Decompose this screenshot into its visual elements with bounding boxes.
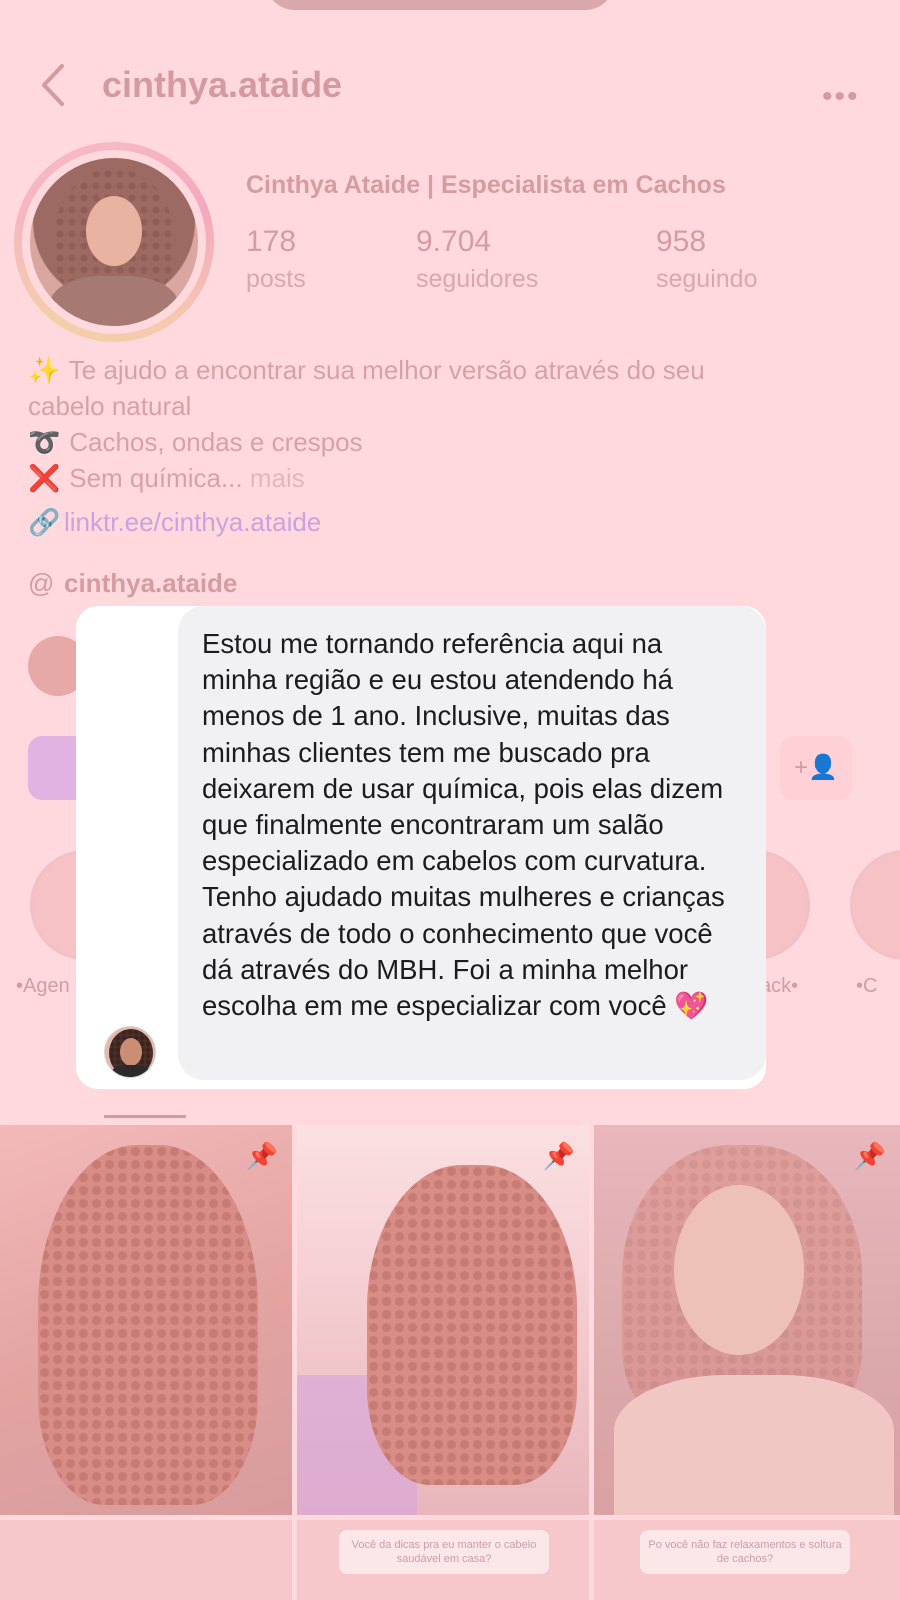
stat-followers[interactable]: 9.704 seguidores xyxy=(416,225,538,294)
sender-avatar-shirt xyxy=(111,1065,151,1077)
highlight-label: •Agen xyxy=(16,975,70,997)
curly-loop-icon: ➰ xyxy=(28,427,61,457)
post-thumbnail[interactable] xyxy=(0,1520,292,1600)
stat-followers-value: 9.704 xyxy=(416,225,492,258)
pin-icon: 📌 xyxy=(542,1141,575,1171)
post-caption: Po você não faz relaxamentos e soltura d… xyxy=(640,1530,850,1574)
chevron-left-icon[interactable] xyxy=(38,62,68,108)
profile-link-text: linktr.ee/cinthya.ataide xyxy=(64,507,322,537)
bio-line-3-text: Cachos, ondas e crespos xyxy=(69,427,363,457)
active-tab-indicator xyxy=(104,1115,186,1118)
profile-avatar[interactable] xyxy=(14,142,214,342)
profile-link[interactable]: 🔗 linktr.ee/cinthya.ataide xyxy=(28,507,321,538)
testimonial-card: Estou me tornando referência aqui na min… xyxy=(76,606,766,1089)
post-face xyxy=(674,1185,804,1355)
post-thumbnail[interactable]: 📌 xyxy=(594,1125,900,1515)
post-thumbnail[interactable]: 📌 xyxy=(297,1125,589,1515)
stat-following[interactable]: 958 seguindo xyxy=(656,225,757,294)
sender-avatar-face xyxy=(120,1038,142,1066)
stat-following-label: seguindo xyxy=(656,265,758,293)
message-text: Estou me tornando referência aqui na min… xyxy=(202,628,725,1022)
device-notch xyxy=(265,0,615,10)
add-user-icon[interactable]: +👤 xyxy=(780,736,852,800)
bio-line-4: ❌ Sem química... mais xyxy=(28,460,848,496)
profile-username: cinthya.ataide xyxy=(102,64,343,105)
stat-posts-label: posts xyxy=(246,265,306,293)
threads-handle: cinthya.ataide xyxy=(64,568,238,598)
profile-bio: ✨ Te ajudo a encontrar sua melhor versão… xyxy=(28,352,848,496)
post-thumbnail[interactable]: Você da dicas pra eu manter o cabelo sau… xyxy=(297,1520,589,1600)
post-caption: Você da dicas pra eu manter o cabelo sau… xyxy=(339,1530,549,1574)
stat-posts[interactable]: 178 posts xyxy=(246,225,306,294)
pin-icon: 📌 xyxy=(853,1141,886,1171)
cross-mark-icon: ❌ xyxy=(28,463,61,493)
threads-badge[interactable]: @ cinthya.ataide xyxy=(28,568,237,599)
stat-posts-value: 178 xyxy=(246,225,297,258)
bio-line-1-text: Te ajudo a encontrar sua melhor versão a… xyxy=(68,355,705,385)
story-highlight[interactable] xyxy=(850,850,900,960)
post-thumbnail[interactable]: 📌 xyxy=(0,1125,292,1515)
avatar-body xyxy=(50,276,178,326)
sparkles-icon: ✨ xyxy=(28,355,61,385)
stat-following-value: 958 xyxy=(656,225,707,258)
threads-icon: @ xyxy=(28,568,55,598)
post-hair-image xyxy=(367,1165,577,1485)
link-icon: 🔗 xyxy=(28,507,61,537)
bio-line-4-text: Sem química... xyxy=(69,463,243,493)
more-horizontal-icon[interactable]: ••• xyxy=(822,80,860,114)
avatar-photo xyxy=(30,158,198,326)
profile-full-name: Cinthya Ataide | Especialista em Cachos xyxy=(246,171,726,199)
stat-followers-label: seguidores xyxy=(416,265,539,293)
post-shirt xyxy=(614,1375,894,1515)
bio-more-link[interactable]: mais xyxy=(250,463,305,493)
message-bubble: Estou me tornando referência aqui na min… xyxy=(178,606,766,1080)
avatar-inner-ring xyxy=(22,150,206,334)
post-thumbnail[interactable]: Po você não faz relaxamentos e soltura d… xyxy=(594,1520,900,1600)
post-hair-image xyxy=(38,1145,258,1505)
bio-line-1: ✨ Te ajudo a encontrar sua melhor versão… xyxy=(28,352,848,388)
avatar-face xyxy=(86,196,142,266)
bio-line-3: ➰ Cachos, ondas e crespos xyxy=(28,424,848,460)
pin-icon: 📌 xyxy=(245,1141,278,1171)
bio-line-2: cabelo natural xyxy=(28,391,192,421)
highlight-label: •C xyxy=(856,975,878,997)
instagram-profile-screen: cinthya.ataide ••• Cinthya Ataide | Espe… xyxy=(0,0,900,1600)
sender-avatar xyxy=(104,1026,156,1078)
